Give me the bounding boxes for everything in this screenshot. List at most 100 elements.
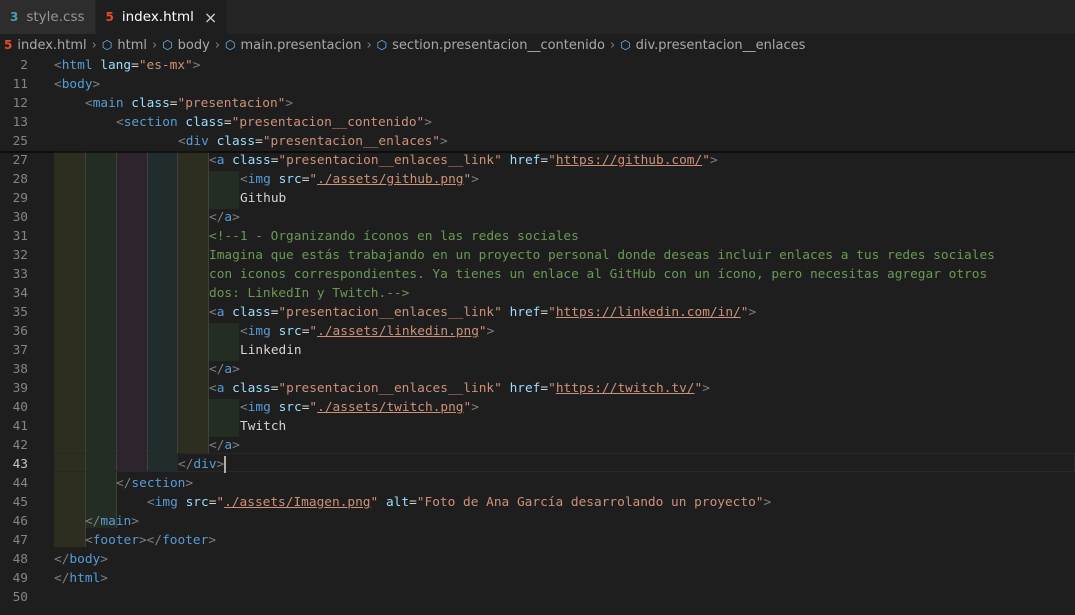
code-line[interactable]: 13 <section class="presentacion__contenid… <box>0 113 1075 132</box>
code-line[interactable]: 47 <footer></footer> <box>0 531 1075 550</box>
code-token: Linkedin <box>240 343 302 358</box>
code-line[interactable]: 35 <a class="presentacion__enlaces__link"… <box>0 303 1075 322</box>
code-line[interactable]: 39 <a class="presentacion__enlaces__link"… <box>0 379 1075 398</box>
code-token: "presentacion__contenido" <box>231 115 425 130</box>
code-text: <footer></footer> <box>85 531 216 550</box>
code-line[interactable]: 49 </html> <box>0 569 1075 588</box>
line-number: 31 <box>12 229 28 244</box>
code-token: href <box>509 153 541 168</box>
code-token: ./assets/twitch.png <box>317 400 464 415</box>
code-token: > <box>471 400 479 415</box>
code-line[interactable]: 38 </a> <box>0 360 1075 379</box>
code-text: Twitch <box>240 417 286 436</box>
code-editor[interactable]: 2 <html lang="es-mx"> 11 <body> 12 <main clas… <box>0 56 1075 615</box>
code-line[interactable]: 34 dos: LinkedIn y Twitch.--> <box>0 284 1075 303</box>
line-number: 33 <box>12 267 28 282</box>
text-cursor <box>224 456 227 473</box>
code-line[interactable]: 44 </section> <box>0 474 1075 493</box>
code-token: < <box>240 400 248 415</box>
code-token: = <box>540 305 549 320</box>
line-number: 38 <box>12 362 28 377</box>
code-text: <img src="./assets/github.png"> <box>240 170 479 189</box>
code-line[interactable]: 30 </a> <box>0 208 1075 227</box>
code-text: <section class="presentacion__contenido"… <box>116 113 432 132</box>
code-token: body <box>61 77 93 92</box>
code-token: ./assets/github.png <box>317 172 464 187</box>
code-token: html <box>61 58 93 73</box>
code-line[interactable]: 45 <img src="./assets/Imagen.png" alt="Fo… <box>0 493 1075 512</box>
breadcrumb-item[interactable]: ⬡ main.presentacion <box>225 38 361 53</box>
code-token: src <box>278 172 302 187</box>
code-line[interactable]: 31 <!--1 - Organizando íconos en las rede… <box>0 227 1075 246</box>
code-token: < <box>209 153 217 168</box>
code-token: Imagina que estás trabajando en un proye… <box>209 248 995 263</box>
code-token: " <box>309 324 318 339</box>
code-token: ./assets/Imagen.png <box>224 495 371 510</box>
close-icon[interactable]: × <box>204 8 217 27</box>
code-token: img <box>247 400 271 415</box>
code-token: " <box>548 305 556 320</box>
code-token: > <box>285 96 294 111</box>
breadcrumb-item[interactable]: ⬡ html <box>102 38 147 53</box>
code-line[interactable]: 37 Linkedin <box>0 341 1075 360</box>
code-line[interactable]: 28 <img src="./assets/github.png"> <box>0 170 1075 189</box>
code-line[interactable]: 46 </main> <box>0 512 1075 531</box>
code-token: Github <box>240 191 287 206</box>
code-line[interactable]: 43 </div> <box>0 455 1075 474</box>
tab-label: index.html <box>121 9 194 25</box>
code-token: </ <box>209 438 225 453</box>
code-line[interactable]: 48 </body> <box>0 550 1075 569</box>
code-token: " <box>478 324 487 339</box>
breadcrumb-label: div.presentacion__enlaces <box>635 37 806 53</box>
code-text: </html> <box>54 569 108 588</box>
code-token: > <box>232 362 240 377</box>
code-line[interactable]: 50 <box>0 588 1075 607</box>
tab-style-css[interactable]: 3 style.css <box>0 0 96 34</box>
code-token: src <box>278 400 302 415</box>
line-number: 46 <box>12 514 28 529</box>
code-text: <img src="./assets/twitch.png"> <box>240 398 479 417</box>
code-text: dos: LinkedIn y Twitch.--> <box>209 284 409 303</box>
code-token: < <box>54 58 62 73</box>
code-token: section <box>123 115 178 130</box>
code-token: " <box>309 400 318 415</box>
code-token: </ <box>85 514 101 529</box>
code-text: Linkedin <box>240 341 302 360</box>
code-line[interactable]: 33 con iconos correspondientes. Ya tienes… <box>0 265 1075 284</box>
code-line[interactable]: 29 Github <box>0 189 1075 208</box>
code-line[interactable]: 25 <div class="presentacion__enlaces"> <box>0 132 1075 151</box>
tab-index-html[interactable]: 5 index.html × <box>95 0 229 34</box>
breadcrumb-item[interactable]: 5 index.html <box>4 38 87 53</box>
code-line[interactable]: 32 Imagina que estás trabajando en un pro… <box>0 246 1075 265</box>
code-token: class <box>131 96 170 111</box>
breadcrumb-item[interactable]: ⬡ div.presentacion__enlaces <box>620 38 805 53</box>
chevron-right-icon: › <box>366 37 372 53</box>
code-token: </ <box>54 552 70 567</box>
code-line[interactable]: 36 <img src="./assets/linkedin.png"> <box>0 322 1075 341</box>
code-line[interactable]: 42 </a> <box>0 436 1075 455</box>
code-token: = <box>169 96 178 111</box>
code-token: lang <box>100 58 132 73</box>
code-token: < <box>85 533 93 548</box>
code-token: Twitch <box>240 419 287 434</box>
element-cube-icon: ⬡ <box>225 38 236 52</box>
code-token: div <box>185 134 209 149</box>
code-token: a <box>224 362 233 377</box>
code-token: > <box>208 533 217 548</box>
code-line[interactable]: 11 <body> <box>0 75 1075 94</box>
code-token: class <box>232 305 271 320</box>
code-line[interactable]: 12 <main class="presentacion"> <box>0 94 1075 113</box>
code-line[interactable]: 40 <img src="./assets/twitch.png"> <box>0 398 1075 417</box>
line-number: 44 <box>12 476 28 491</box>
breadcrumb-item[interactable]: ⬡ body <box>162 38 210 53</box>
line-number: 37 <box>12 343 28 358</box>
code-token: https://linkedin.com/in/ <box>555 305 741 320</box>
code-token: "presentacion__enlaces" <box>262 134 441 149</box>
line-number: 30 <box>12 210 28 225</box>
breadcrumb-item[interactable]: ⬡ section.presentacion__contenido <box>377 38 605 53</box>
code-line[interactable]: 2 <html lang="es-mx"> <box>0 56 1075 75</box>
code-token: > <box>709 153 718 168</box>
line-number: 42 <box>12 438 28 453</box>
code-line[interactable]: 41 Twitch <box>0 417 1075 436</box>
code-line[interactable]: 27 <a class="presentacion__enlaces__link"… <box>0 151 1075 170</box>
